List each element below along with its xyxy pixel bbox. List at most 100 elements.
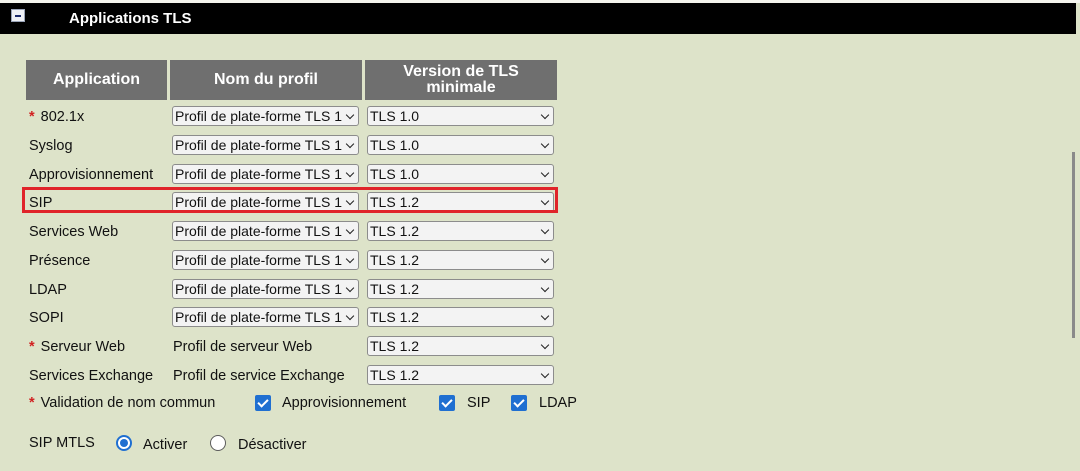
chevron-down-icon <box>540 311 550 321</box>
tls-version-value: TLS 1.2 <box>370 223 420 239</box>
profile-select-value: Profil de plate-forme TLS 1 <box>175 281 343 297</box>
radio-desactiver[interactable] <box>210 435 226 451</box>
required-star: * <box>29 395 35 411</box>
chevron-down-icon <box>540 369 550 379</box>
table-row: SOPI Profil de plate-forme TLS 1 TLS 1.2 <box>0 305 600 333</box>
application-label: Approvisionnement <box>29 167 153 183</box>
required-star: * <box>29 109 35 125</box>
profile-select[interactable]: Profil de plate-forme TLS 1 <box>172 135 359 155</box>
tls-version-value: TLS 1.0 <box>370 137 420 153</box>
application-label: Services Web <box>29 224 118 240</box>
tls-version-select[interactable]: TLS 1.2 <box>367 279 554 299</box>
table-row: LDAP Profil de plate-forme TLS 1 TLS 1.2 <box>0 277 600 305</box>
application-name: Services Web <box>29 224 119 240</box>
required-star: * <box>29 339 35 355</box>
application-name: Serveur Web <box>40 339 126 355</box>
application-label: Syslog <box>29 138 73 154</box>
application-name: 802.1x <box>40 109 85 125</box>
table-row: Présence Profil de plate-forme TLS 1 TLS 1… <box>0 248 600 276</box>
column-header-application: Application <box>26 60 167 100</box>
table-row: * 802.1x Profil de plate-forme TLS 1 TLS 1.… <box>0 104 600 132</box>
chevron-down-icon <box>540 340 550 350</box>
profile-select-value: Profil de plate-forme TLS 1 <box>175 309 343 325</box>
scrollbar[interactable] <box>1072 152 1075 338</box>
sip-mtls-label: SIP MTLS <box>29 435 95 451</box>
application-label: Services Exchange <box>29 368 153 384</box>
application-name: Services Exchange <box>29 368 154 384</box>
table-row: Services Exchange Profil de service Excha… <box>0 363 600 391</box>
tls-version-value: TLS 1.2 <box>370 309 420 325</box>
profile-select-value: Profil de plate-forme TLS 1 <box>175 108 343 124</box>
profile-select-value: Profil de plate-forme TLS 1 <box>175 137 343 153</box>
application-name: Approvisionnement <box>29 167 154 183</box>
application-label: SOPI <box>29 310 64 326</box>
application-label: * 802.1x <box>29 109 84 125</box>
chevron-down-icon <box>540 168 550 178</box>
highlight-frame-sip <box>22 187 558 213</box>
application-name: SOPI <box>29 310 64 326</box>
application-name: Syslog <box>29 138 73 154</box>
tls-version-select[interactable]: TLS 1.2 <box>367 336 554 356</box>
application-label: * Serveur Web <box>29 339 125 355</box>
tls-version-value: TLS 1.2 <box>370 338 420 354</box>
checkbox-label-sip: SIP <box>467 395 491 411</box>
column-header-profile: Nom du profil <box>170 60 362 100</box>
checkbox-label-ldap: LDAP <box>539 395 577 411</box>
tls-version-select[interactable]: TLS 1.0 <box>367 135 554 155</box>
chevron-down-icon <box>345 283 355 293</box>
chevron-down-icon <box>345 139 355 149</box>
profile-select[interactable]: Profil de plate-forme TLS 1 <box>172 250 359 270</box>
profile-select-value: Profil de plate-forme TLS 1 <box>175 223 343 239</box>
table-row: Approvisionnement Profil de plate-forme T… <box>0 162 600 190</box>
chevron-down-icon <box>540 225 550 235</box>
application-name: Présence <box>29 253 91 269</box>
validation-label: * Validation de nom commun <box>29 395 215 411</box>
profile-select[interactable]: Profil de plate-forme TLS 1 <box>172 279 359 299</box>
checkbox-sip[interactable] <box>439 395 455 411</box>
chevron-down-icon <box>345 311 355 321</box>
checkbox-approvisionnement[interactable] <box>255 395 271 411</box>
tls-version-select[interactable]: TLS 1.2 <box>367 221 554 241</box>
profile-select-value: Profil de plate-forme TLS 1 <box>175 252 343 268</box>
chevron-down-icon <box>345 110 355 120</box>
application-label: Présence <box>29 253 90 269</box>
table-row: * Serveur Web Profil de serveur Web TLS 1.2 <box>0 334 600 362</box>
chevron-down-icon <box>345 168 355 178</box>
tls-version-select[interactable]: TLS 1.2 <box>367 307 554 327</box>
profile-select-value: Profil de plate-forme TLS 1 <box>175 166 343 182</box>
tls-version-select[interactable]: TLS 1.2 <box>367 365 554 385</box>
chevron-down-icon <box>540 283 550 293</box>
tls-version-select[interactable]: TLS 1.2 <box>367 250 554 270</box>
section-title: Applications TLS <box>69 10 192 27</box>
chevron-down-icon <box>540 254 550 264</box>
tls-version-select[interactable]: TLS 1.0 <box>367 106 554 126</box>
chevron-down-icon <box>345 254 355 264</box>
checkbox-ldap[interactable] <box>511 395 527 411</box>
profile-name: Profil de service Exchange <box>173 368 345 384</box>
radio-activer[interactable] <box>116 435 132 451</box>
tls-version-value: TLS 1.0 <box>370 108 420 124</box>
application-name: LDAP <box>29 282 67 298</box>
column-header-tls: Version de TLS minimale <box>365 60 557 100</box>
tls-version-value: TLS 1.0 <box>370 166 420 182</box>
tls-version-value: TLS 1.2 <box>370 281 420 297</box>
radio-label-desactiver: Désactiver <box>238 437 307 453</box>
table-row: Services Web Profil de plate-forme TLS 1 T… <box>0 219 600 247</box>
application-label: LDAP <box>29 282 67 298</box>
chevron-down-icon <box>540 110 550 120</box>
checkbox-label-approvisionnement: Approvisionnement <box>282 395 407 411</box>
table-row: Syslog Profil de plate-forme TLS 1 TLS 1.0 <box>0 133 600 161</box>
tls-version-value: TLS 1.2 <box>370 252 420 268</box>
validation-label-text: Validation de nom commun <box>40 395 216 411</box>
profile-select[interactable]: Profil de plate-forme TLS 1 <box>172 106 359 126</box>
profile-select[interactable]: Profil de plate-forme TLS 1 <box>172 221 359 241</box>
chevron-down-icon <box>345 225 355 235</box>
tls-version-value: TLS 1.2 <box>370 367 420 383</box>
profile-name: Profil de serveur Web <box>173 339 313 355</box>
chevron-down-icon <box>540 139 550 149</box>
profile-select[interactable]: Profil de plate-forme TLS 1 <box>172 164 359 184</box>
collapse-icon[interactable] <box>11 9 25 22</box>
radio-label-activer: Activer <box>143 437 188 453</box>
tls-version-select[interactable]: TLS 1.0 <box>367 164 554 184</box>
profile-select[interactable]: Profil de plate-forme TLS 1 <box>172 307 359 327</box>
